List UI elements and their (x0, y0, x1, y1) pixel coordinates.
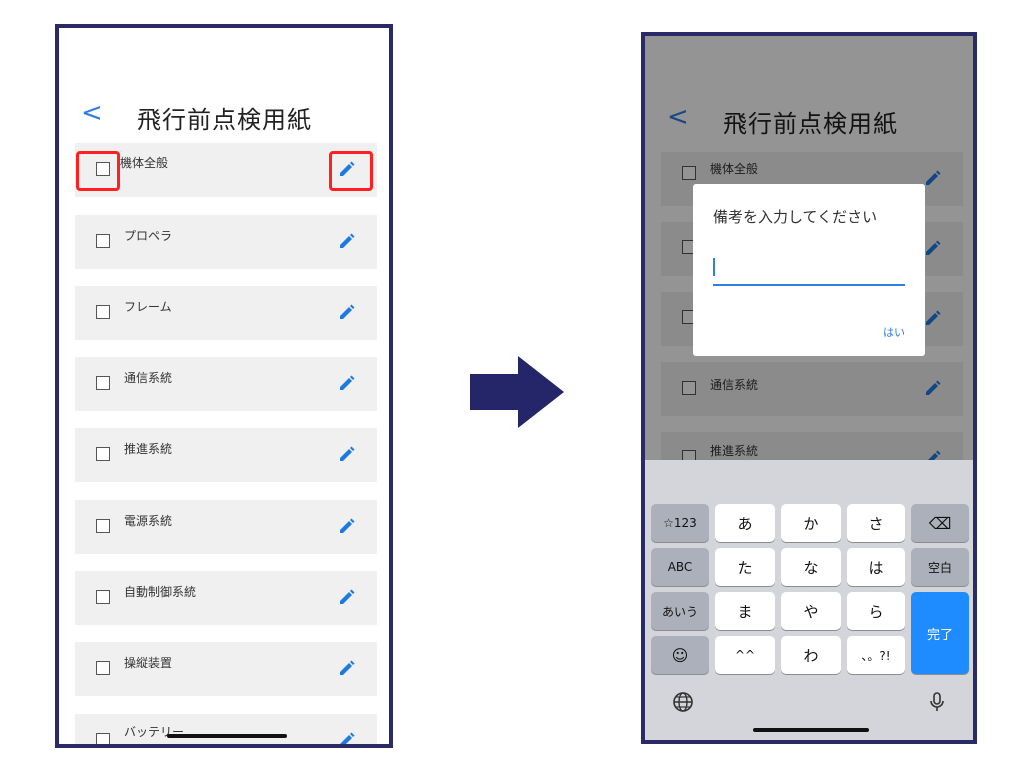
key-ta[interactable]: た (715, 548, 775, 586)
edit-pencil-icon[interactable] (337, 303, 357, 323)
edit-pencil-icon[interactable] (337, 445, 357, 465)
key-abc[interactable]: ABC (651, 548, 709, 586)
key-a[interactable]: あ (715, 504, 775, 542)
japanese-keyboard: ☆123 あ か さ ⌫ ABC た な は 空白 あいう ま や ら 完了 ☺… (645, 460, 973, 740)
done-key[interactable]: 完了 (911, 592, 969, 674)
key-punctuation[interactable]: 、。?! (847, 636, 905, 674)
edit-pencil-icon[interactable] (337, 588, 357, 608)
edit-pencil-icon[interactable] (337, 517, 357, 537)
checklist-item[interactable]: フレーム (75, 286, 377, 340)
phone-screen-checklist: < 飛行前点検用紙 機体全般 プロペラ フレーム 通信系統 推進系統 電源系統 … (55, 24, 393, 748)
edit-pencil-icon[interactable] (337, 232, 357, 252)
key-space[interactable]: 空白 (911, 548, 969, 586)
dialog-title: 備考を入力してください (713, 208, 878, 226)
checkbox[interactable] (96, 661, 110, 675)
remarks-dialog: 備考を入力してください はい (693, 184, 925, 356)
item-label: 通信系統 (124, 371, 173, 385)
text-cursor (713, 258, 715, 276)
checklist-item[interactable]: 自動制御系統 (75, 571, 377, 625)
home-indicator (167, 734, 287, 738)
item-label: プロペラ (124, 229, 173, 243)
phone-screen-remarks-dialog: < 飛行前点検用紙 機体全般 通信系統 推進系統 備考を入力してください はい … (641, 32, 977, 744)
key-ya[interactable]: や (781, 592, 841, 630)
key-dakuten[interactable]: ^^ (715, 636, 775, 674)
highlight-edit-box (329, 151, 373, 191)
back-button[interactable]: < (81, 98, 103, 128)
key-sa[interactable]: さ (847, 504, 905, 542)
checklist-item[interactable]: プロペラ (75, 215, 377, 269)
home-indicator (753, 728, 869, 732)
checkbox[interactable] (96, 733, 110, 744)
item-label: フレーム (124, 300, 172, 314)
checklist-item[interactable]: 操縦装置 (75, 642, 377, 696)
right-arrow-icon (470, 356, 564, 428)
remarks-input[interactable] (713, 254, 905, 282)
checkbox[interactable] (96, 376, 110, 390)
checklist-item[interactable]: バッテリー (75, 714, 377, 748)
key-ha[interactable]: は (847, 548, 905, 586)
checkbox[interactable] (96, 590, 110, 604)
dialog-ok-button[interactable]: はい (883, 324, 905, 340)
highlight-checkbox-box (76, 151, 120, 191)
item-label: 推進系統 (124, 442, 173, 456)
key-na[interactable]: な (781, 548, 841, 586)
item-label: 電源系統 (124, 514, 173, 528)
checkbox[interactable] (96, 234, 110, 248)
key-numbers[interactable]: ☆123 (651, 504, 709, 542)
checkbox[interactable] (96, 519, 110, 533)
item-label: 操縦装置 (124, 656, 173, 670)
edit-pencil-icon[interactable] (337, 731, 357, 748)
edit-pencil-icon[interactable] (337, 659, 357, 679)
checklist-item[interactable]: 通信系統 (75, 357, 377, 411)
checkbox[interactable] (96, 447, 110, 461)
emoji-key[interactable]: ☺ (651, 636, 709, 674)
checklist-item[interactable]: 電源系統 (75, 500, 377, 554)
key-wa[interactable]: わ (781, 636, 841, 674)
microphone-icon[interactable] (925, 690, 949, 714)
key-ka[interactable]: か (781, 504, 841, 542)
key-ma[interactable]: ま (715, 592, 775, 630)
nav-bar: < 飛行前点検用紙 (59, 94, 389, 134)
backspace-key[interactable]: ⌫ (911, 504, 969, 542)
input-underline (713, 284, 905, 286)
page-title: 飛行前点検用紙 (137, 106, 312, 134)
item-label: 機体全般 (120, 156, 169, 170)
globe-icon[interactable] (671, 690, 695, 714)
key-ra[interactable]: ら (847, 592, 905, 630)
checkbox[interactable] (96, 305, 110, 319)
edit-pencil-icon[interactable] (337, 374, 357, 394)
item-label: 自動制御系統 (124, 585, 197, 599)
key-kana[interactable]: あいう (651, 592, 709, 630)
checklist-item[interactable]: 推進系統 (75, 428, 377, 482)
